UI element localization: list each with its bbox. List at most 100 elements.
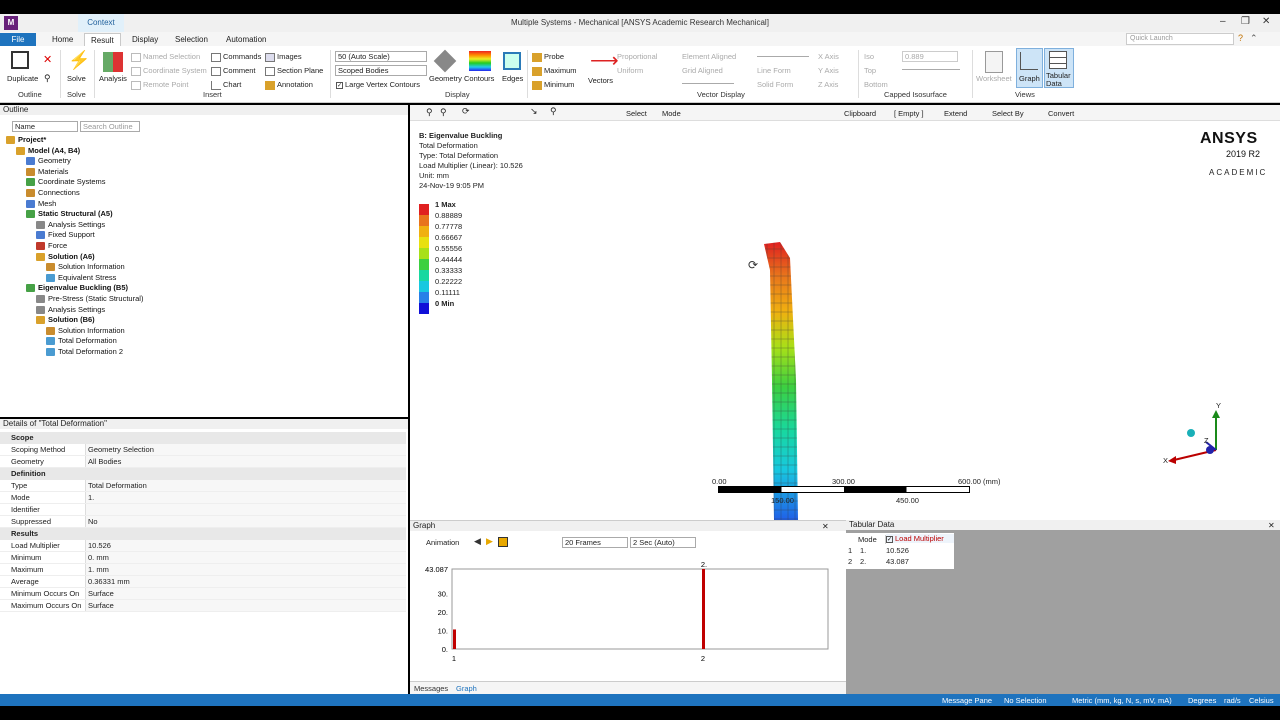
tab-automation[interactable]: Automation [220, 33, 272, 46]
z-axis-button[interactable]: Z Axis [818, 80, 838, 89]
axis-triad[interactable] [1160, 400, 1230, 470]
edges-button[interactable]: Edges [502, 74, 523, 83]
convert-dropdown[interactable]: Convert [1048, 109, 1074, 118]
rotational-velocity-status[interactable]: rad/s [1224, 696, 1241, 705]
search-icon[interactable]: ⚲ [44, 73, 51, 84]
table-cell[interactable]: 10.526 [886, 546, 909, 555]
message-pane-status[interactable]: Message Pane [942, 696, 992, 705]
element-aligned-button[interactable]: Element Aligned [682, 52, 736, 61]
chart-bar[interactable] [453, 629, 456, 649]
play-icon[interactable]: ▶ [486, 536, 493, 547]
tab-graph[interactable]: Graph [456, 684, 477, 693]
help-icon[interactable]: ? [1238, 33, 1243, 43]
geometry-icon[interactable] [433, 49, 457, 73]
chart-button[interactable]: Chart [211, 80, 241, 90]
tree-item[interactable]: Analysis Settings [36, 305, 105, 314]
scale-dropdown[interactable]: 50 (Auto Scale) [335, 51, 427, 62]
analysis-icon[interactable] [103, 52, 123, 72]
tree-item[interactable]: Force [36, 241, 67, 251]
details-row[interactable]: Maximum Occurs On Surface [0, 600, 406, 612]
details-row[interactable]: Load Multiplier 10.526 [0, 540, 406, 552]
edges-icon[interactable] [503, 52, 521, 70]
proportional-button[interactable]: Proportional [617, 52, 657, 61]
select-button[interactable]: Select [626, 109, 647, 118]
details-row[interactable]: Suppressed No [0, 516, 406, 528]
tree-item[interactable]: Solution Information [46, 326, 125, 335]
images-button[interactable]: Images [265, 52, 302, 62]
tab-file[interactable]: File [0, 33, 36, 46]
annotation-button[interactable]: Annotation [265, 80, 313, 90]
commands-button[interactable]: Commands [211, 52, 261, 62]
tree-item[interactable]: Project* [6, 135, 46, 145]
rotate-icon[interactable]: ⟳ [462, 106, 470, 117]
details-value[interactable]: No [85, 516, 406, 527]
tab-result[interactable]: Result [84, 33, 121, 46]
maximum-button[interactable]: Maximum [532, 66, 577, 76]
tree-item[interactable]: Static Structural (A5) [26, 209, 113, 219]
details-row[interactable]: Minimum 0. mm [0, 552, 406, 564]
duplicate-button[interactable]: Duplicate [7, 74, 38, 83]
angle-units-status[interactable]: Degrees [1188, 696, 1216, 705]
tree-item[interactable]: Connections [26, 188, 80, 198]
line-form-button[interactable]: Line Form [757, 66, 791, 75]
tree-item[interactable]: Model (A4, B4) [16, 146, 80, 155]
bottom-button[interactable]: Bottom [864, 80, 888, 89]
details-value[interactable]: 0. mm [85, 552, 406, 563]
close-icon[interactable]: ✕ [1268, 521, 1275, 530]
worksheet-icon[interactable] [985, 51, 1003, 73]
tree-item[interactable]: Analysis Settings [36, 220, 105, 229]
duration-dropdown[interactable]: 2 Sec (Auto) [630, 537, 696, 548]
details-value[interactable]: 10.526 [85, 540, 406, 551]
outline-filter-dropdown[interactable]: Name [12, 121, 78, 132]
close-icon[interactable]: ✕ [1262, 16, 1270, 27]
iso-slider[interactable] [902, 69, 960, 70]
solve-button[interactable]: Solve [67, 74, 86, 83]
tab-display[interactable]: Display [126, 33, 164, 46]
maximize-icon[interactable]: ❐ [1241, 16, 1250, 27]
select-icon[interactable]: ↘ [530, 106, 538, 117]
col-header-load-multiplier[interactable]: ✓ Load Multiplier [886, 534, 954, 543]
vectors-icon[interactable]: ⟶ [590, 48, 619, 73]
contours-icon[interactable] [469, 51, 491, 71]
remote-point-button[interactable]: Remote Point [131, 80, 188, 90]
details-row[interactable]: Type Total Deformation [0, 480, 406, 492]
zoom-box-icon[interactable]: ⚲ [550, 106, 557, 117]
select-by-dropdown[interactable]: Select By [992, 109, 1024, 118]
details-row[interactable]: Minimum Occurs On Surface [0, 588, 406, 600]
details-row[interactable]: Scoping Method Geometry Selection [0, 444, 406, 456]
iso-button[interactable]: Iso [864, 52, 874, 61]
tab-selection[interactable]: Selection [169, 33, 214, 46]
details-row[interactable]: Average 0.36331 mm [0, 576, 406, 588]
previous-frame-icon[interactable]: ◀ [474, 536, 481, 547]
top-button[interactable]: Top [864, 66, 876, 75]
iso-value-input[interactable]: 0.889 [902, 51, 958, 62]
tab-home[interactable]: Home [46, 33, 79, 46]
analysis-button[interactable]: Analysis [99, 74, 127, 83]
details-value[interactable]: 0.36331 mm [85, 576, 406, 587]
large-vertex-contours-checkbox[interactable]: ✓ Large Vertex Contours [336, 80, 420, 89]
tabular-data-button[interactable]: Tabular Data [1046, 72, 1072, 88]
details-row[interactable]: Geometry All Bodies [0, 456, 406, 468]
details-section-header[interactable]: Definition [0, 468, 406, 480]
temperature-units-status[interactable]: Celsius [1249, 696, 1274, 705]
y-axis-button[interactable]: Y Axis [818, 66, 839, 75]
close-icon[interactable]: ✕ [822, 522, 829, 531]
section-plane-button[interactable]: Section Plane [265, 66, 323, 76]
table-cell[interactable]: 2. [860, 557, 866, 566]
named-selection-button[interactable]: Named Selection [131, 52, 200, 62]
coordinate-system-button[interactable]: Coordinate System [131, 66, 207, 76]
probe-button[interactable]: Probe [532, 52, 564, 62]
tree-item[interactable]: Total Deformation 2 [46, 347, 123, 357]
zoom-in-icon[interactable]: ⚲ [426, 107, 433, 118]
scope-dropdown[interactable]: Scoped Bodies [335, 65, 427, 76]
details-value[interactable]: Surface [85, 600, 406, 611]
details-value[interactable]: Surface [85, 588, 406, 599]
tree-item[interactable]: Eigenvalue Buckling (B5) [26, 283, 128, 293]
tree-item[interactable]: Fixed Support [36, 230, 95, 240]
frames-dropdown[interactable]: 20 Frames [562, 537, 628, 548]
mode-dropdown[interactable]: Mode [662, 109, 681, 118]
deformed-column-model[interactable] [760, 240, 800, 520]
details-value[interactable]: 1. mm [85, 564, 406, 575]
vector-length-slider[interactable] [757, 56, 809, 57]
empty-selection-button[interactable]: [ Empty ] [894, 109, 924, 118]
